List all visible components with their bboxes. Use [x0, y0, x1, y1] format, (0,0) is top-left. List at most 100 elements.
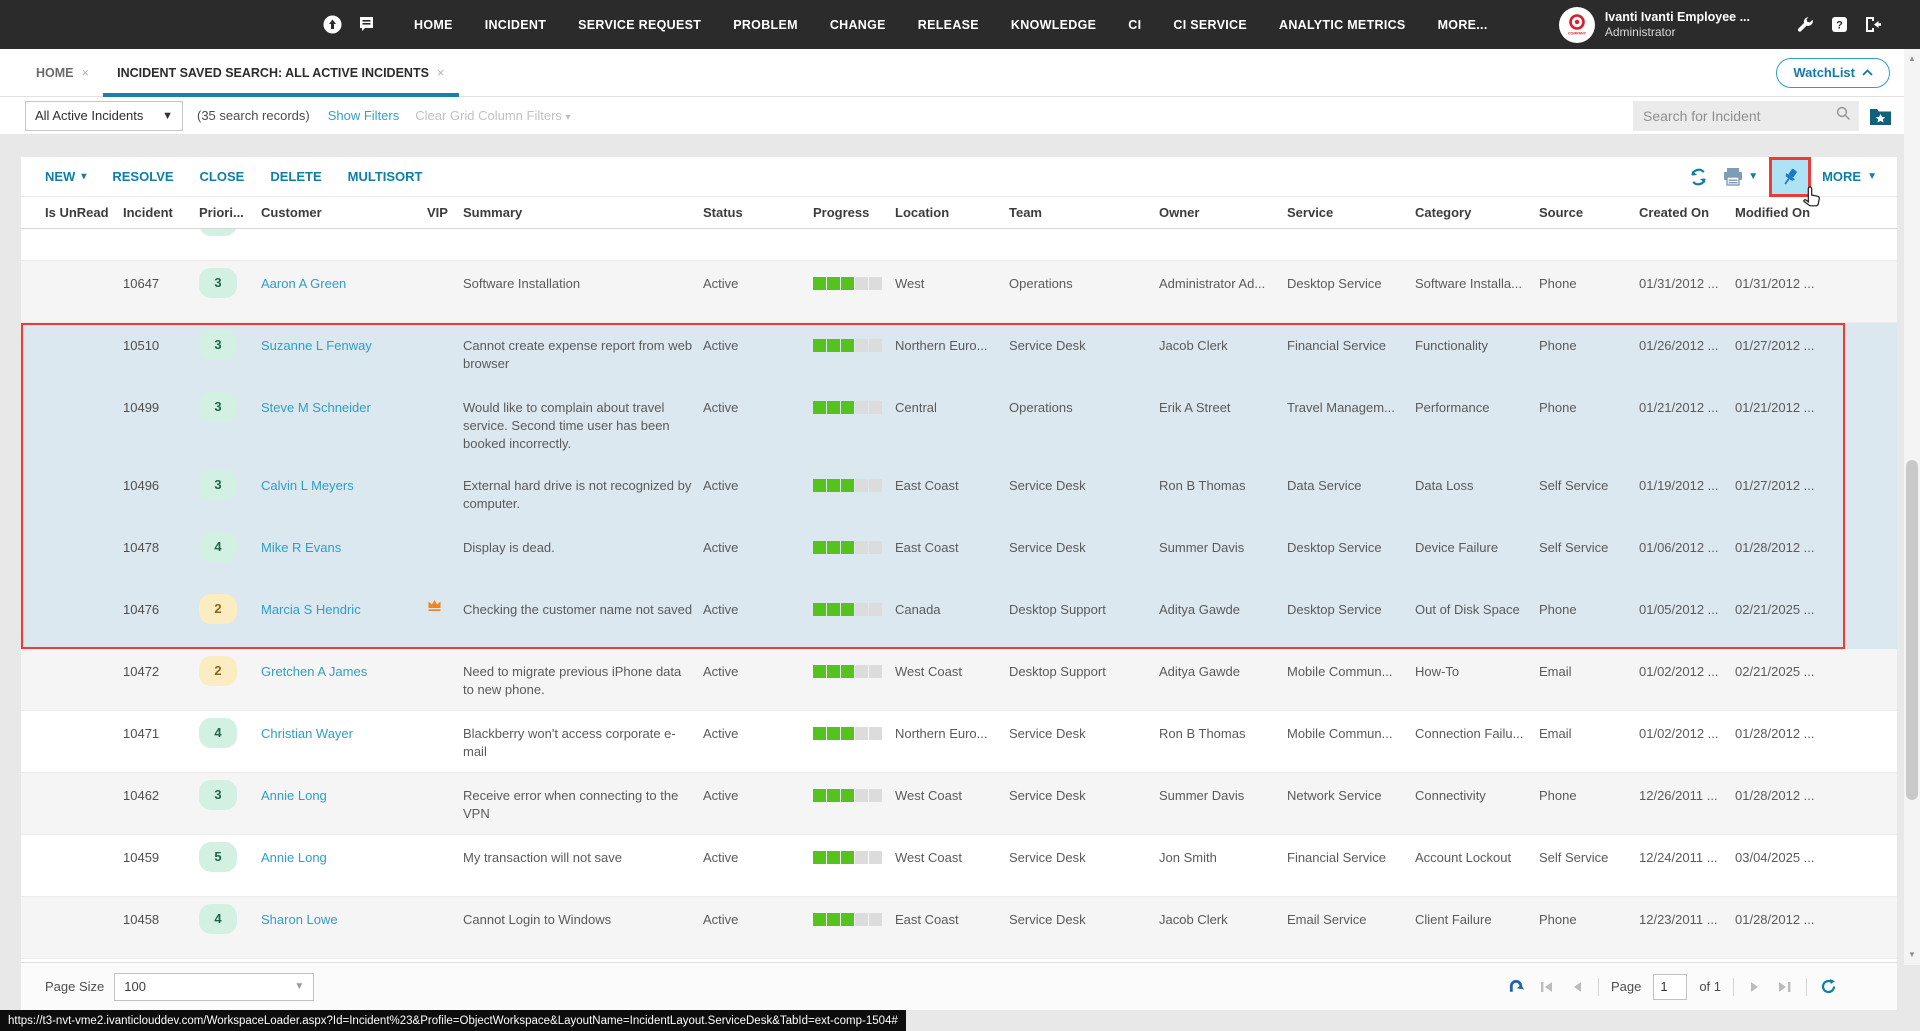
nav-item-ci-service[interactable]: CI SERVICE: [1157, 18, 1263, 32]
col-header-priority[interactable]: Priori...: [199, 205, 261, 220]
col-header-created[interactable]: Created On: [1639, 205, 1735, 220]
customer-link[interactable]: Calvin L Meyers: [261, 478, 354, 493]
nav-item-change[interactable]: CHANGE: [814, 18, 902, 32]
incident-row-10472[interactable]: 104722Gretchen A JamesNeed to migrate pr…: [21, 649, 1897, 711]
incident-row-10499[interactable]: 104993Steve M SchneiderWould like to com…: [21, 385, 1897, 463]
page-size-select[interactable]: 100 ▼: [114, 973, 314, 1001]
settings-wrench-icon[interactable]: [1796, 16, 1814, 34]
delete-button[interactable]: DELETE: [270, 169, 321, 184]
cell-category: How-To: [1415, 649, 1539, 691]
customer-link[interactable]: Annie Long: [261, 850, 327, 865]
close-button[interactable]: CLOSE: [200, 169, 245, 184]
show-filters-link[interactable]: Show Filters: [328, 108, 400, 123]
vertical-scrollbar[interactable]: ▲ ▼: [1904, 49, 1920, 965]
customer-link[interactable]: Marcia S Hendric: [261, 602, 361, 617]
cell-location: West Coast: [895, 835, 1009, 877]
incident-row-10510[interactable]: 105103Suzanne L FenwayCannot create expe…: [21, 323, 1897, 385]
new-button[interactable]: NEW▾: [45, 169, 86, 184]
undo-navigation-icon[interactable]: [1508, 978, 1526, 996]
nav-item-more[interactable]: MORE...: [1422, 18, 1504, 32]
scrollbar-thumb[interactable]: [1906, 460, 1918, 800]
page-number-input[interactable]: [1653, 974, 1687, 1000]
refresh-icon[interactable]: [1689, 168, 1708, 186]
col-header-status[interactable]: Status: [703, 205, 813, 220]
customer-link[interactable]: Mike R Evans: [261, 540, 341, 555]
customer-link[interactable]: Gretchen A James: [261, 664, 367, 679]
col-header-progress[interactable]: Progress: [813, 205, 895, 220]
nav-item-incident[interactable]: INCIDENT: [469, 18, 562, 32]
col-header-location[interactable]: Location: [895, 205, 1009, 220]
incident-row-10462[interactable]: 104623Annie LongReceive error when conne…: [21, 773, 1897, 835]
resolve-button[interactable]: RESOLVE: [112, 169, 173, 184]
pin-button-highlighted[interactable]: [1772, 160, 1808, 194]
tab-bar: HOME × INCIDENT SAVED SEARCH: ALL ACTIVE…: [0, 49, 1920, 97]
scroll-down-icon[interactable]: ▼: [1904, 947, 1920, 961]
nav-item-analytic-metrics[interactable]: ANALYTIC METRICS: [1263, 18, 1422, 32]
cell-status: Active: [703, 323, 813, 365]
scroll-up-icon[interactable]: ▲: [1904, 51, 1920, 65]
nav-item-knowledge[interactable]: KNOWLEDGE: [995, 18, 1112, 32]
col-header-vip[interactable]: VIP: [427, 205, 463, 220]
tab-home[interactable]: HOME ×: [22, 49, 103, 97]
incident-row-10458[interactable]: 104584Sharon LoweCannot Login to Windows…: [21, 897, 1897, 959]
incident-row-10471[interactable]: 104714Christian WayerBlackberry won't ac…: [21, 711, 1897, 773]
col-header-modified[interactable]: Modified On: [1735, 205, 1835, 220]
search-box[interactable]: [1633, 101, 1859, 131]
customer-link[interactable]: Christian Wayer: [261, 726, 353, 741]
col-header-summary[interactable]: Summary: [463, 205, 703, 220]
saved-search-select[interactable]: All Active Incidents ▼: [25, 101, 183, 131]
clear-grid-filters-label: Clear Grid Column Filters: [415, 108, 562, 123]
customer-link[interactable]: Suzanne L Fenway: [261, 338, 372, 353]
priority-badge: 3: [199, 268, 237, 298]
customer-link[interactable]: Sharon Lowe: [261, 912, 338, 927]
logout-icon[interactable]: [1864, 16, 1882, 34]
incident-row-10459[interactable]: 104595Annie LongMy transaction will not …: [21, 835, 1897, 897]
pager-refresh-icon[interactable]: [1819, 978, 1837, 996]
search-input[interactable]: [1633, 108, 1836, 124]
incident-row-10476[interactable]: 104762Marcia S HendricChecking the custo…: [21, 587, 1897, 649]
next-page-icon[interactable]: [1746, 978, 1764, 996]
priority-badge: 5: [199, 842, 237, 872]
customer-link[interactable]: Aaron A Green: [261, 276, 346, 291]
tab-active-close-icon[interactable]: ×: [437, 65, 445, 80]
col-header-team[interactable]: Team: [1009, 205, 1159, 220]
multisort-button[interactable]: MULTISORT: [348, 169, 423, 184]
main-nav: HOMEINCIDENTSERVICE REQUESTPROBLEMCHANGE…: [398, 18, 1504, 32]
tab-incident-saved-search[interactable]: INCIDENT SAVED SEARCH: ALL ACTIVE INCIDE…: [103, 49, 458, 97]
launch-circle-icon[interactable]: [322, 15, 342, 35]
search-icon[interactable]: [1836, 106, 1851, 126]
col-header-unread[interactable]: Is UnRead: [45, 205, 123, 220]
col-header-service[interactable]: Service: [1287, 205, 1415, 220]
saved-search-folder-icon[interactable]: [1869, 106, 1892, 126]
col-header-customer[interactable]: Customer: [261, 205, 427, 220]
print-button[interactable]: ▼: [1722, 167, 1758, 186]
nav-item-release[interactable]: RELEASE: [902, 18, 995, 32]
nav-item-home[interactable]: HOME: [398, 18, 469, 32]
feedback-chat-icon[interactable]: [356, 15, 376, 35]
more-button[interactable]: MORE ▼: [1822, 169, 1877, 184]
incident-row-10478[interactable]: 104784Mike R EvansDisplay is dead.Active…: [21, 525, 1897, 587]
avatar[interactable]: COMPANY: [1559, 7, 1595, 43]
col-header-source[interactable]: Source: [1539, 205, 1639, 220]
watchlist-button[interactable]: WatchList: [1776, 58, 1890, 88]
nav-item-ci[interactable]: CI: [1112, 18, 1157, 32]
cell-source: Email: [1539, 711, 1639, 753]
last-page-icon[interactable]: [1776, 978, 1794, 996]
tab-home-close-icon[interactable]: ×: [82, 65, 90, 80]
col-header-id[interactable]: Incident: [123, 205, 199, 220]
col-header-category[interactable]: Category: [1415, 205, 1539, 220]
incident-row-10496[interactable]: 104963Calvin L MeyersExternal hard drive…: [21, 463, 1897, 525]
cell-customer: Mike R Evans: [261, 525, 427, 567]
customer-link[interactable]: Steve M Schneider: [261, 400, 371, 415]
user-block[interactable]: COMPANY Ivanti Ivanti Employee ... Admin…: [1559, 7, 1750, 43]
cell-team: Operations: [1009, 229, 1159, 241]
nav-item-service-request[interactable]: SERVICE REQUEST: [562, 18, 717, 32]
customer-link[interactable]: Annie Long: [261, 788, 327, 803]
help-icon[interactable]: ?: [1830, 16, 1848, 34]
incident-row-10653[interactable]: 106533Marcia S HendricSoftware Installat…: [21, 229, 1897, 261]
nav-item-problem[interactable]: PROBLEM: [717, 18, 814, 32]
incident-row-10647[interactable]: 106473Aaron A GreenSoftware Installation…: [21, 261, 1897, 323]
first-page-icon[interactable]: [1538, 978, 1556, 996]
col-header-owner[interactable]: Owner: [1159, 205, 1287, 220]
previous-page-icon[interactable]: [1568, 978, 1586, 996]
